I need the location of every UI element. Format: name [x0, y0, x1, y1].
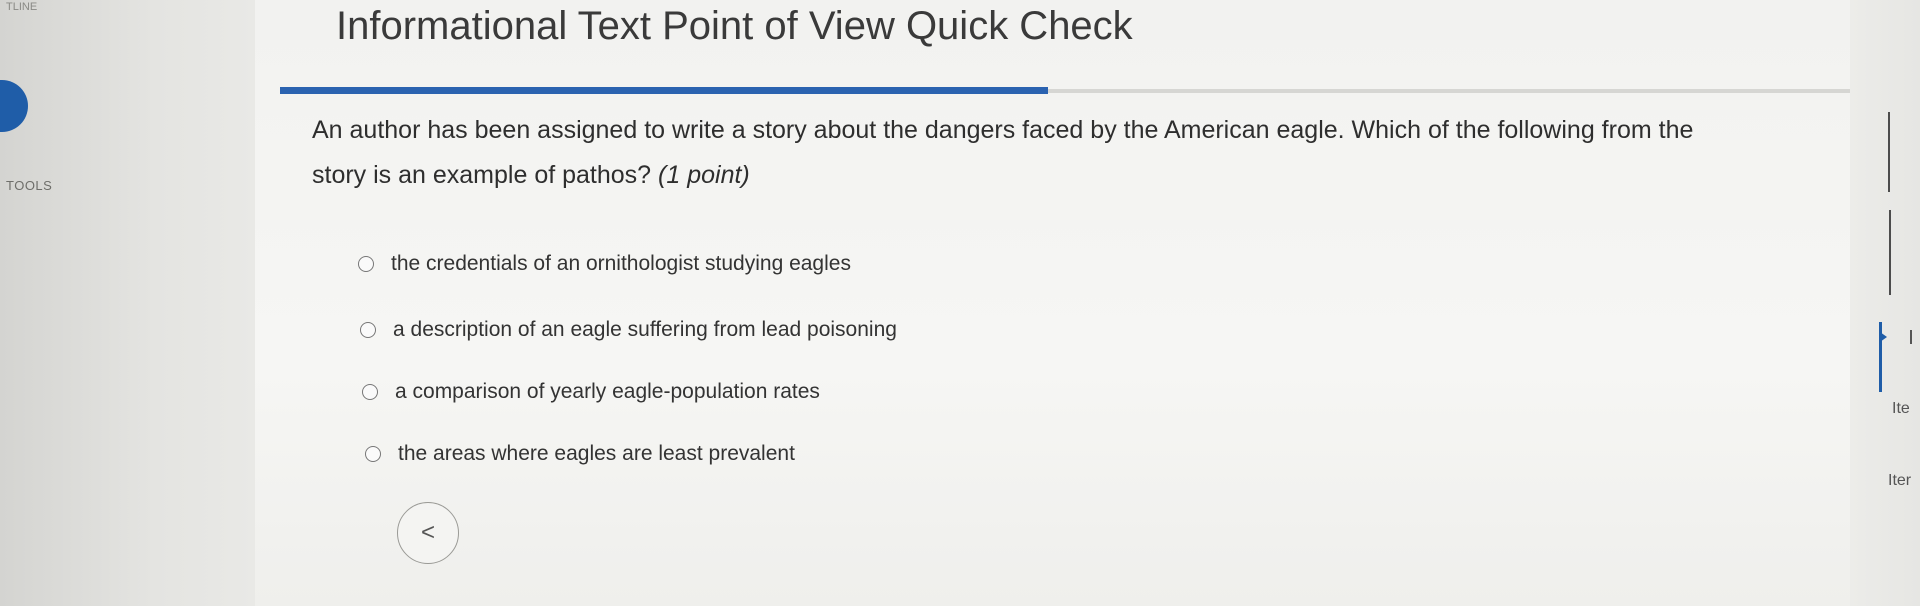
tools-label[interactable]: TOOLS	[6, 178, 52, 193]
previous-button[interactable]: <	[397, 502, 459, 564]
answer-option-label: the areas where eagles are least prevale…	[398, 442, 795, 465]
left-rail: TLINE TOOLS	[0, 0, 256, 606]
answer-option-4[interactable]: the areas where eagles are least prevale…	[365, 442, 795, 466]
item-marker[interactable]	[1889, 210, 1891, 295]
item-panel: Ite Iter	[1850, 0, 1920, 606]
chevron-left-icon: <	[420, 519, 435, 546]
answer-option-2[interactable]: a description of an eagle suffering from…	[360, 318, 897, 342]
current-item-arrow-icon	[1880, 332, 1887, 342]
radio-button[interactable]	[358, 256, 374, 272]
answer-option-3[interactable]: a comparison of yearly eagle-population …	[362, 380, 820, 404]
main-content: Informational Text Point of View Quick C…	[255, 0, 1885, 606]
answer-option-label: the credentials of an ornithologist stud…	[391, 252, 851, 275]
question-prompt: An author has been assigned to write a s…	[312, 108, 1732, 198]
item-panel-label[interactable]: Ite	[1892, 400, 1910, 418]
radio-button[interactable]	[362, 384, 378, 400]
progress-bar	[280, 87, 1880, 94]
page-title: Informational Text Point of View Quick C…	[336, 4, 1133, 48]
item-marker[interactable]	[1888, 112, 1890, 192]
rail-top-label: TLINE	[6, 1, 38, 13]
question-text: An author has been assigned to write a s…	[312, 116, 1694, 189]
rail-tab[interactable]	[0, 80, 28, 132]
item-panel-label[interactable]: Iter	[1888, 472, 1911, 490]
radio-button[interactable]	[360, 322, 376, 338]
radio-button[interactable]	[365, 446, 381, 462]
answer-option-label: a comparison of yearly eagle-population …	[395, 380, 820, 403]
item-tick	[1910, 330, 1912, 344]
progress-fill	[280, 87, 1048, 94]
answer-option-1[interactable]: the credentials of an ornithologist stud…	[358, 252, 851, 276]
answer-option-label: a description of an eagle suffering from…	[393, 318, 897, 341]
points-label: (1 point)	[658, 161, 750, 189]
